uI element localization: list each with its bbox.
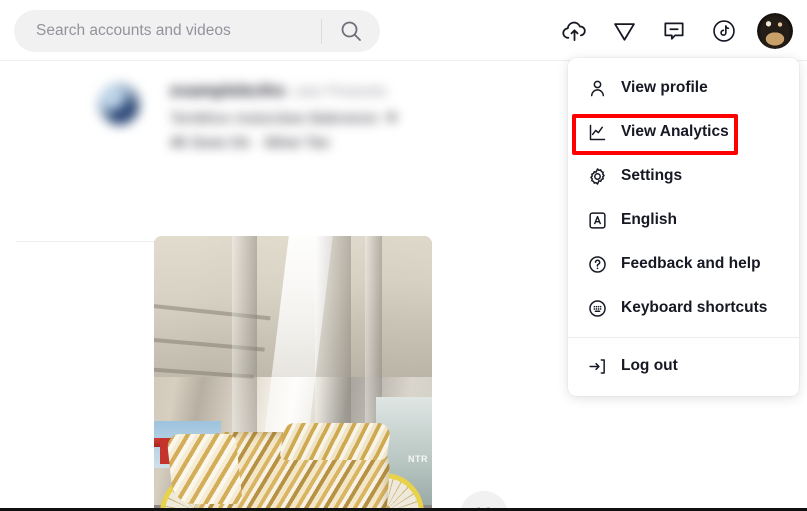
post-meta-item-1: Silver Tee <box>264 134 330 150</box>
feed-divider <box>16 241 156 242</box>
search-input[interactable] <box>14 10 321 52</box>
feed-panel: examplebcths user Presents Tembhov motor… <box>0 61 570 508</box>
menu-item-keyboard-shortcuts[interactable]: Keyboard shortcuts <box>568 286 799 330</box>
like-button[interactable] <box>460 491 508 508</box>
language-icon <box>586 209 608 231</box>
header-actions <box>549 0 797 61</box>
profile-dropdown-menu: View profile View Analytics Settings Eng… <box>568 58 799 396</box>
menu-item-label: Log out <box>621 357 678 374</box>
send-icon[interactable] <box>599 6 649 56</box>
menu-item-view-analytics[interactable]: View Analytics <box>568 110 799 154</box>
post-caption: Tembhov motorcbee Bakmeren <box>170 109 379 127</box>
message-icon[interactable] <box>649 6 699 56</box>
post-username[interactable]: examplebcths <box>170 81 286 101</box>
person-icon <box>586 77 608 99</box>
video-thumbnail[interactable]: NTR <box>154 236 432 508</box>
menu-item-label: Keyboard shortcuts <box>621 299 768 316</box>
app-window: examplebcths user Presents Tembhov motor… <box>0 0 807 511</box>
search-icon <box>339 19 363 43</box>
top-header <box>0 0 807 61</box>
avatar[interactable] <box>757 12 793 49</box>
help-icon <box>586 253 608 275</box>
post-meta-row: 4K Goes On Silver Tee <box>170 134 329 150</box>
menu-item-label: Feedback and help <box>621 255 761 272</box>
menu-item-language[interactable]: English <box>568 198 799 242</box>
post-avatar[interactable] <box>98 83 140 125</box>
heart-icon <box>472 503 496 508</box>
video-watermark: NTR <box>408 454 428 465</box>
menu-divider <box>568 337 799 338</box>
bike-front-fairing <box>166 433 244 504</box>
menu-item-feedback-and-help[interactable]: Feedback and help <box>568 242 799 286</box>
post-caption-row: Tembhov motorcbee Bakmeren ☀ <box>170 108 399 128</box>
avatar-image <box>757 12 793 49</box>
upload-icon[interactable] <box>549 6 599 56</box>
tiktok-note-icon[interactable] <box>699 6 749 56</box>
sun-emoji-icon: ☀ <box>384 110 399 127</box>
menu-item-label: View Analytics <box>621 123 729 140</box>
bike-seat <box>279 423 392 461</box>
video-motorcycle <box>159 411 427 508</box>
menu-item-view-profile[interactable]: View profile <box>568 66 799 110</box>
like-control: 155.3K <box>454 491 514 508</box>
gear-icon <box>586 165 608 187</box>
menu-item-log-out[interactable]: Log out <box>568 344 799 388</box>
logout-icon <box>586 355 608 377</box>
post-handle: user Presents <box>293 83 387 100</box>
menu-item-label: View profile <box>621 79 708 96</box>
menu-item-label: Settings <box>621 167 683 184</box>
keyboard-icon <box>586 297 608 319</box>
search-bar[interactable] <box>14 10 380 52</box>
menu-item-settings[interactable]: Settings <box>568 154 799 198</box>
menu-item-label: English <box>621 211 677 228</box>
analytics-icon <box>586 121 608 143</box>
post-author-row: examplebcths user Presents <box>170 81 386 101</box>
post-meta-item-0: 4K Goes On <box>170 134 251 150</box>
search-button[interactable] <box>322 10 380 52</box>
